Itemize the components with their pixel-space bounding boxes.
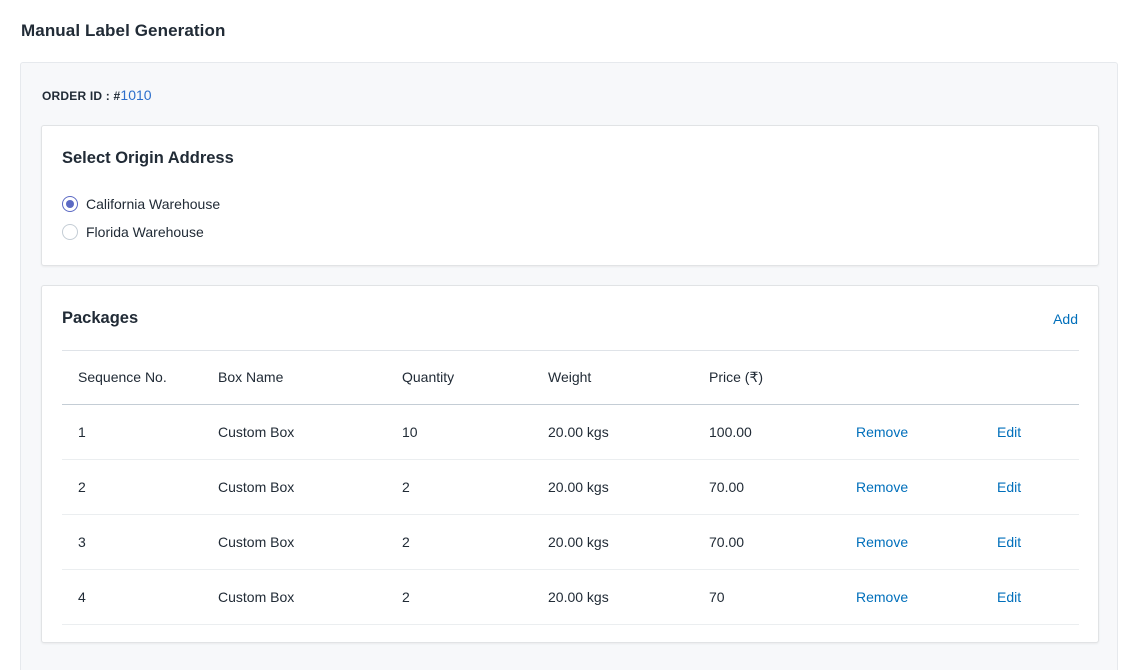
origin-address-card: Select Origin Address California Warehou… — [41, 125, 1099, 266]
remove-package-link[interactable]: Remove — [840, 569, 981, 625]
cell-quantity: 2 — [386, 459, 532, 515]
remove-package-link[interactable]: Remove — [840, 459, 981, 515]
cell-weight: 20.00 kgs — [532, 569, 693, 625]
cell-quantity: 2 — [386, 514, 532, 570]
cell-sequence: 2 — [62, 459, 202, 515]
column-header-sequence: Sequence No. — [62, 351, 202, 405]
packages-table-wrap: Sequence No. Box Name Quantity Weight Pr… — [62, 350, 1079, 625]
column-header-quantity: Quantity — [386, 351, 532, 405]
cell-sequence: 4 — [62, 569, 202, 625]
column-header-weight: Weight — [532, 351, 693, 405]
cell-box-name: Custom Box — [202, 404, 386, 460]
column-header-box-name: Box Name — [202, 351, 386, 405]
edit-package-link[interactable]: Edit — [981, 404, 1079, 460]
cell-box-name: Custom Box — [202, 514, 386, 570]
cell-box-name: Custom Box — [202, 459, 386, 515]
remove-package-link[interactable]: Remove — [840, 404, 981, 460]
table-header-row: Sequence No. Box Name Quantity Weight Pr… — [62, 351, 1079, 405]
order-id-value[interactable]: 1010 — [120, 87, 151, 103]
column-header-price: Price (₹) — [693, 351, 840, 405]
cell-sequence: 3 — [62, 514, 202, 570]
cell-price: 100.00 — [693, 404, 840, 460]
edit-package-link[interactable]: Edit — [981, 514, 1079, 570]
packages-title: Packages — [62, 309, 139, 327]
origin-option-florida[interactable]: Florida Warehouse — [62, 224, 204, 240]
table-row: 4 Custom Box 2 20.00 kgs 70 Remove Edit — [62, 569, 1079, 625]
table-row: 2 Custom Box 2 20.00 kgs 70.00 Remove Ed… — [62, 459, 1079, 515]
order-id-label: ORDER ID : # — [42, 89, 121, 103]
cell-price: 70.00 — [693, 514, 840, 570]
packages-card: Packages Add Sequence No. Box Name Quant… — [41, 285, 1099, 643]
table-row: 3 Custom Box 2 20.00 kgs 70.00 Remove Ed… — [62, 514, 1079, 570]
origin-option-label: Florida Warehouse — [86, 224, 204, 240]
cell-quantity: 10 — [386, 404, 532, 460]
packages-table: Sequence No. Box Name Quantity Weight Pr… — [62, 351, 1079, 625]
cell-price: 70.00 — [693, 459, 840, 515]
page-title: Manual Label Generation — [21, 21, 226, 40]
label-generation-panel: ORDER ID : #1010 Select Origin Address C… — [20, 62, 1118, 670]
column-header-remove — [840, 351, 981, 405]
origin-option-california[interactable]: California Warehouse — [62, 196, 220, 212]
radio-florida[interactable] — [62, 224, 78, 240]
edit-package-link[interactable]: Edit — [981, 459, 1079, 515]
add-package-link[interactable]: Add — [1053, 311, 1078, 327]
cell-weight: 20.00 kgs — [532, 404, 693, 460]
table-row: 1 Custom Box 10 20.00 kgs 100.00 Remove … — [62, 404, 1079, 460]
edit-package-link[interactable]: Edit — [981, 569, 1079, 625]
column-header-edit — [981, 351, 1079, 405]
order-id-row: ORDER ID : #1010 — [42, 87, 152, 103]
cell-quantity: 2 — [386, 569, 532, 625]
cell-box-name: Custom Box — [202, 569, 386, 625]
cell-sequence: 1 — [62, 404, 202, 460]
cell-price: 70 — [693, 569, 840, 625]
remove-package-link[interactable]: Remove — [840, 514, 981, 570]
radio-california-checked[interactable] — [62, 196, 78, 212]
origin-option-label: California Warehouse — [86, 196, 221, 212]
cell-weight: 20.00 kgs — [532, 459, 693, 515]
origin-address-title: Select Origin Address — [62, 149, 234, 167]
cell-weight: 20.00 kgs — [532, 514, 693, 570]
